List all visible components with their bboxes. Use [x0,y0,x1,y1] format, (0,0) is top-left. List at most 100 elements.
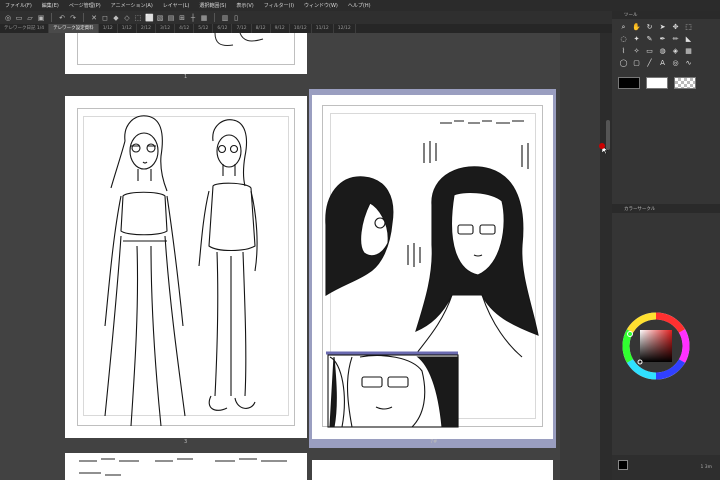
tool-panel-title: ツール [624,13,638,18]
open-folder-icon[interactable]: ▱ [26,14,34,22]
menu-bar: ファイル(F) 編集(E) ページ管理(P) アニメーション(A) レイヤー(L… [0,0,720,11]
airbrush-icon[interactable]: ⌇ [618,46,629,56]
balloon-icon[interactable]: ◎ [670,58,681,68]
decoration-icon[interactable]: ✧ [631,46,642,56]
eraser-icon[interactable]: ▭ [644,46,655,56]
page-bottom-right[interactable] [312,460,553,480]
crop-icon[interactable]: ▤ [167,14,175,22]
tab-page[interactable]: 1/12 [118,24,137,33]
gradient-icon[interactable]: ▦ [683,46,694,56]
command-bar: ◎ ▭ ▱ ▣ ↶ ↷ ✕ ◻ ◆ ◇ ⬚ ⬜ ▧ ▤ ⊞ ┼ ▦ ▥ ▯ [0,11,612,24]
lasso-icon[interactable]: ◌ [618,34,629,44]
color-circle[interactable] [620,310,692,382]
tab-page[interactable]: 11/12 [312,24,334,33]
page-number: 1 [184,74,188,80]
undo-icon[interactable]: ↶ [58,14,66,22]
menu-view[interactable]: 表示(V) [231,2,258,9]
tab-page[interactable]: 4/12 [175,24,195,33]
wand-icon[interactable]: ✦ [631,34,642,44]
page-icon[interactable]: ▯ [232,14,240,22]
hand-icon[interactable]: ✋ [631,22,642,32]
tool-panel-header: ツール [612,11,720,19]
tab-page[interactable]: 2/12 [137,24,157,33]
manga-sketch [325,120,539,428]
figure-icon[interactable]: ◯ [618,58,629,68]
color-panel-header: カラーサークル [612,204,720,213]
app-icon[interactable]: ◎ [4,14,12,22]
blend-icon[interactable]: ◍ [657,46,668,56]
deselect-icon[interactable]: ⬜ [145,14,154,22]
page-manga-draft[interactable] [312,95,553,439]
page-sketch [214,33,264,46]
menu-animation[interactable]: アニメーション(A) [106,2,158,9]
tab-page[interactable]: 1/12 [99,24,118,33]
select-all-icon[interactable]: ⬚ [134,14,142,22]
zoom-icon[interactable]: ⌕ [618,22,629,32]
clear-icon[interactable]: ✕ [90,14,98,22]
menu-filter[interactable]: フィルター(I) [259,2,299,9]
stroke-icon[interactable]: ◇ [123,14,131,22]
toolbar-divider [83,13,84,22]
transform-icon[interactable]: ◻ [101,14,109,22]
tab-page[interactable]: 7/12 [232,24,252,33]
menu-layer[interactable]: レイヤー(L) [158,2,195,9]
pen-icon[interactable]: ✒ [657,34,668,44]
page-top[interactable] [65,33,307,74]
tab-page[interactable]: 10/12 [290,24,312,33]
pencil-icon[interactable]: ✏ [670,34,681,44]
tab-page[interactable]: 8/12 [252,24,271,33]
snap-icon[interactable]: ⊞ [178,14,186,22]
tab-document-active[interactable]: テレワーク設定資料 [49,24,99,33]
ruler-tool-icon[interactable]: ╱ [644,58,655,68]
eyedropper-icon[interactable]: ✎ [644,34,655,44]
menu-selection[interactable]: 選択範囲(S) [194,2,231,9]
vertical-scrollbar[interactable] [600,33,612,480]
tab-page[interactable]: 6/12 [213,24,233,33]
transparent-color-swatch[interactable] [674,77,696,89]
ruler-icon[interactable]: ┼ [189,14,197,22]
text-icon[interactable]: A [657,58,668,68]
new-file-icon[interactable]: ▭ [15,14,23,22]
rotate-icon[interactable]: ↻ [644,22,655,32]
red-marker [599,143,605,149]
book-icon[interactable]: ▥ [221,14,229,22]
canvas-area[interactable]: 1 3 7# [0,33,560,480]
brush-icon[interactable]: ◣ [683,34,694,44]
document-tab-bar: テレワーク日記 1/4 テレワーク設定資料 1/12 1/12 2/12 3/1… [0,24,612,33]
move-icon[interactable]: ✥ [670,22,681,32]
menu-help[interactable]: ヘルプ(H) [343,2,376,9]
color-mini-icon[interactable] [618,460,628,470]
invert-selection-icon[interactable]: ▧ [156,14,164,22]
save-icon[interactable]: ▣ [37,14,45,22]
grid-icon[interactable]: ▦ [200,14,208,22]
menu-file[interactable]: ファイル(F) [0,2,37,9]
page-number: 7# [430,439,438,445]
fill-tool-icon[interactable]: ◈ [670,46,681,56]
line-correction-icon[interactable]: ∿ [683,58,694,68]
toolbar-divider [214,13,215,22]
page-bottom-left[interactable] [65,453,307,480]
tab-document[interactable]: テレワーク日記 1/4 [0,24,50,33]
page-sketch [79,458,287,476]
right-panel: ツール ⌕ ✋ ↻ ➤ ✥ ⬚ ◌ ✦ ✎ ✒ ✏ ◣ ⌇ ✧ ▭ ◍ ◈ ▦ … [612,11,720,480]
menu-page-management[interactable]: ページ管理(P) [64,2,106,9]
tab-page[interactable]: 9/12 [271,24,290,33]
color-swatches [612,71,720,95]
status-readout: 1 3m [700,465,712,470]
tab-page[interactable]: 3/12 [156,24,176,33]
page-number: 3 [184,439,188,445]
selection-icon[interactable]: ⬚ [683,22,694,32]
frame-border-icon[interactable]: ▢ [631,58,642,68]
redo-icon[interactable]: ↷ [69,14,77,22]
menu-edit[interactable]: 編集(E) [37,2,64,9]
menu-window[interactable]: ウィンドウ(W) [299,2,343,9]
tab-page[interactable]: 5/12 [194,24,214,33]
tool-grid: ⌕ ✋ ↻ ➤ ✥ ⬚ ◌ ✦ ✎ ✒ ✏ ◣ ⌇ ✧ ▭ ◍ ◈ ▦ ◯ ▢ … [612,19,720,71]
sub-color-swatch[interactable] [646,77,668,89]
main-color-swatch[interactable] [618,77,640,89]
page-character-sheet[interactable] [65,96,307,438]
color-wheel[interactable] [620,310,692,382]
tab-page[interactable]: 12/12 [334,24,356,33]
operation-icon[interactable]: ➤ [657,22,668,32]
fill-icon[interactable]: ◆ [112,14,120,22]
